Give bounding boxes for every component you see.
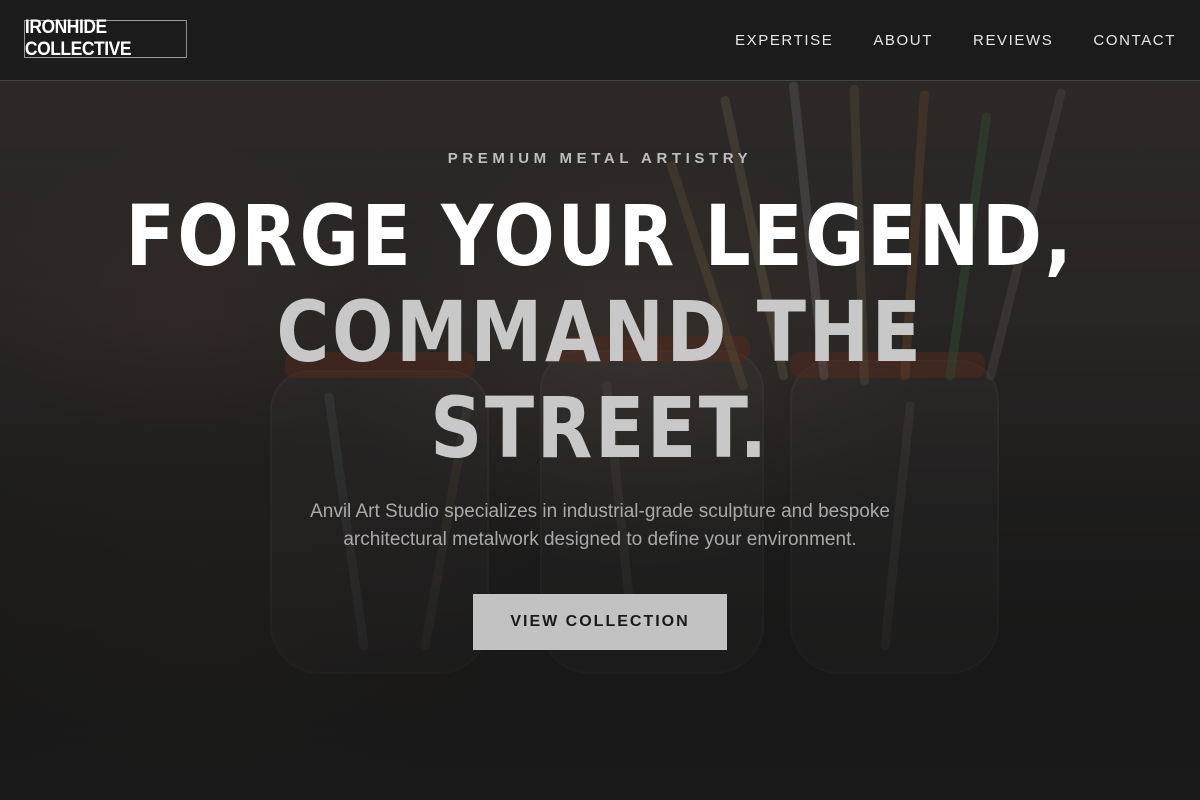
brand-logo[interactable]: IRONHIDE COLLECTIVE xyxy=(24,17,187,60)
main-nav: EXPERTISE ABOUT REVIEWS CONTACT xyxy=(735,0,1176,80)
headline-line-2: COMMAND THE xyxy=(276,283,924,381)
hero-section: PREMIUM METAL ARTISTRY FORGE YOUR LEGEND… xyxy=(0,80,1200,800)
hero-subtitle: Anvil Art Studio specializes in industri… xyxy=(0,498,1200,554)
subtitle-line-1: Anvil Art Studio specializes in industri… xyxy=(310,501,890,522)
nav-link-expertise[interactable]: EXPERTISE xyxy=(735,32,833,49)
headline-line-1: FORGE YOUR LEGEND, xyxy=(125,187,1075,285)
subtitle-line-2: architectural metalwork designed to defi… xyxy=(343,529,857,550)
hero-headline: FORGE YOUR LEGEND, COMMAND THE STREET. xyxy=(84,188,1116,476)
headline-line-3: STREET. xyxy=(430,379,770,477)
site-header: IRONHIDE COLLECTIVE EXPERTISE ABOUT REVI… xyxy=(0,0,1200,81)
hero-eyebrow: PREMIUM METAL ARTISTRY xyxy=(447,150,753,167)
nav-link-about[interactable]: ABOUT xyxy=(873,32,933,49)
nav-link-reviews[interactable]: REVIEWS xyxy=(973,32,1053,49)
nav-link-contact[interactable]: CONTACT xyxy=(1093,32,1176,49)
view-collection-button[interactable]: VIEW COLLECTION xyxy=(473,594,727,650)
